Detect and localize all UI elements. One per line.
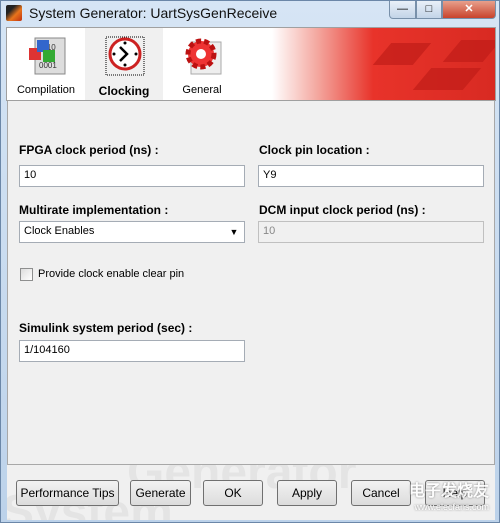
selected-value: Clock Enables [24,225,95,237]
ok-button[interactable]: OK [203,480,263,506]
fpga-clock-period-input[interactable]: 10 [19,165,245,187]
fpga-clock-period-label: FPGA clock period (ns) : [19,143,159,157]
tab-compilation[interactable]: 110 0001 Compilation [7,28,85,100]
tab-label: Compilation [16,84,76,96]
tab-clocking[interactable]: Clocking [85,28,163,100]
elecfans-watermark: 电子发烧友 [408,483,489,500]
window: System Generator: UartSysGenReceive — □ … [0,0,500,523]
performance-tips-button[interactable]: Performance Tips [16,480,119,506]
button-bar: Generator System Performance Tips Genera… [7,465,495,520]
title-bar[interactable]: System Generator: UartSysGenReceive — □ … [1,1,500,27]
dcm-input-clock-period-input: 10 [258,221,484,243]
tab-label: General [182,84,222,96]
xilinx-banner [272,28,495,100]
simulink-system-period-label: Simulink system period (sec) : [19,321,193,335]
maximize-button[interactable]: □ [416,1,442,19]
tab-header: 110 0001 Compilation Clocking General [6,27,496,101]
clock-pin-location-label: Clock pin location : [259,143,370,157]
simulink-system-period-input[interactable]: 1/104160 [19,340,245,362]
multirate-implementation-label: Multirate implementation : [19,203,169,217]
minimize-button[interactable]: — [389,1,416,19]
generate-button[interactable]: Generate [130,480,191,506]
clocking-panel: FPGA clock period (ns) : 10 Clock pin lo… [7,101,495,465]
apply-button[interactable]: Apply [277,480,337,506]
tab-label: Clocking [98,84,150,98]
compilation-binary-icon: 1100001 [29,37,66,75]
clock-icon [105,36,145,76]
window-title: System Generator: UartSysGenReceive [29,5,278,21]
multirate-implementation-select[interactable]: Clock Enables ▼ [19,221,245,243]
matlab-icon [6,5,22,21]
svg-text:0001: 0001 [39,61,57,70]
chevron-down-icon[interactable]: ▼ [226,224,242,240]
gear-icon [185,38,222,75]
elecfans-url-watermark: www.elecfans.com [414,502,489,512]
clock-enable-clear-pin-checkbox[interactable] [20,268,33,281]
dcm-input-clock-period-label: DCM input clock period (ns) : [259,203,426,217]
cancel-button[interactable]: Cancel [351,480,411,506]
tab-general[interactable]: General [163,28,241,100]
clock-pin-location-input[interactable]: Y9 [258,165,484,187]
clock-enable-clear-pin-label[interactable]: Provide clock enable clear pin [38,268,184,280]
close-button[interactable]: ✕ [442,1,496,19]
